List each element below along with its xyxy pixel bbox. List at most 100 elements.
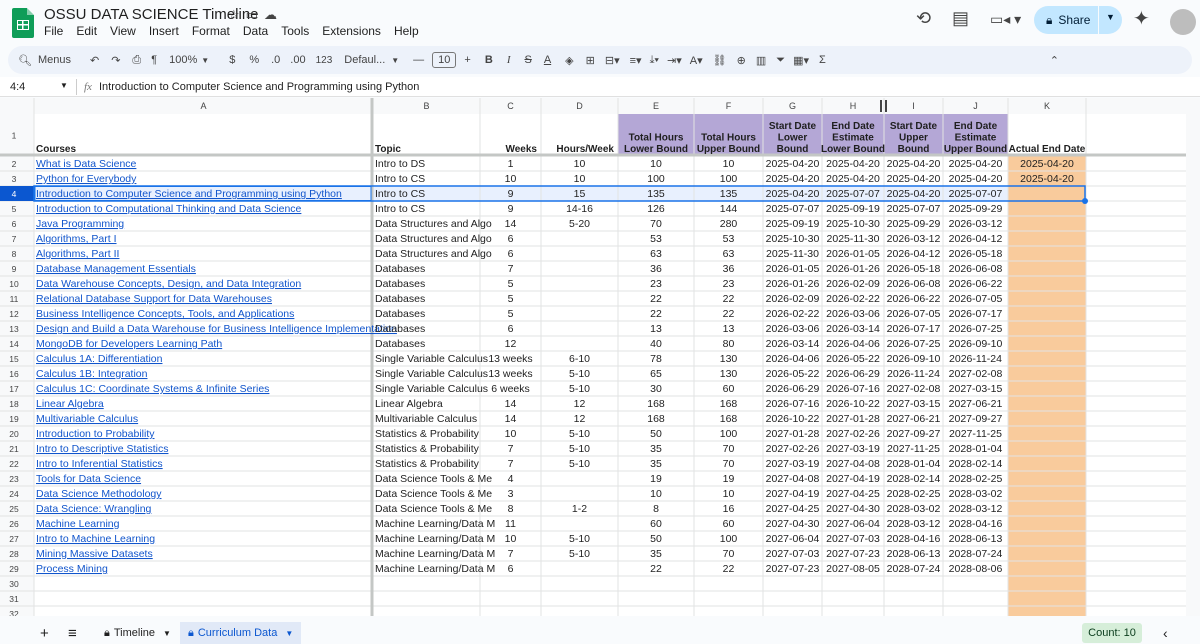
table-cell[interactable]: 2027-03-19: [826, 443, 880, 455]
table-cell[interactable]: Databases: [375, 338, 425, 350]
row-number[interactable]: 30: [9, 579, 19, 589]
table-cell[interactable]: 50: [650, 428, 662, 440]
table-cell[interactable]: 6: [508, 323, 514, 335]
table-cell[interactable]: 16: [723, 503, 735, 515]
table-cell[interactable]: 6: [508, 248, 514, 260]
table-cell[interactable]: 100: [647, 173, 665, 185]
table-cell[interactable]: 2027-02-26: [766, 443, 820, 455]
tab-timeline[interactable]: 🔒︎ Timeline ▼: [96, 622, 179, 644]
rotate-icon[interactable]: A▾: [690, 54, 703, 67]
table-cell[interactable]: 60: [723, 383, 735, 395]
table-cell[interactable]: 2027-04-30: [766, 518, 820, 530]
table-cell[interactable]: 2027-06-21: [887, 413, 941, 425]
table-cell[interactable]: 2027-04-19: [766, 488, 820, 500]
row-number[interactable]: 1: [12, 131, 17, 141]
table-cell[interactable]: Databases: [375, 323, 425, 335]
collapse-toolbar-icon[interactable]: ⌃: [1050, 54, 1059, 67]
table-cell[interactable]: 60: [723, 518, 735, 530]
table-cell[interactable]: 10: [650, 488, 662, 500]
table-cell[interactable]: 2028-07-24: [949, 548, 1003, 560]
table-cell[interactable]: 9: [508, 203, 514, 215]
table-cell[interactable]: Databases: [375, 263, 425, 275]
table-cell[interactable]: 2027-03-19: [766, 458, 820, 470]
course-link[interactable]: Business Intelligence Concepts, Tools, a…: [36, 308, 294, 320]
table-cell[interactable]: Multivariable Calculus: [375, 413, 477, 425]
table-cell[interactable]: 2027-01-28: [826, 413, 880, 425]
table-cell[interactable]: 2026-06-29: [826, 368, 880, 380]
font-size-increase-button[interactable]: +: [464, 54, 470, 66]
table-cell[interactable]: 168: [720, 413, 738, 425]
menu-tools[interactable]: Tools: [281, 24, 309, 38]
doc-title[interactable]: OSSU DATA SCIENCE Timeline: [44, 6, 259, 23]
table-cell[interactable]: 280: [720, 218, 738, 230]
table-cell[interactable]: 2025-04-20: [949, 158, 1003, 170]
table-cell[interactable]: 7: [508, 443, 514, 455]
table-cell[interactable]: 2028-02-25: [887, 488, 941, 500]
decrease-decimal-button[interactable]: .0: [271, 54, 280, 66]
table-cell[interactable]: 2025-04-20: [887, 158, 941, 170]
name-box[interactable]: 4:4: [10, 81, 25, 93]
header-cell[interactable]: Lower Bound: [624, 144, 688, 155]
sheets-logo-icon[interactable]: [12, 8, 34, 38]
table-cell[interactable]: 12: [574, 413, 586, 425]
table-cell[interactable]: 2028-01-04: [887, 458, 941, 470]
vertical-align-icon[interactable]: ⤓▾: [650, 54, 659, 67]
course-link[interactable]: MongoDB for Developers Learning Path: [36, 338, 222, 350]
column-header-f[interactable]: F: [726, 101, 732, 111]
comment-icon[interactable]: ⊕: [737, 54, 746, 67]
course-link[interactable]: Intro to Descriptive Statistics: [36, 443, 168, 455]
course-link[interactable]: Mining Massive Datasets: [36, 548, 153, 560]
table-cell[interactable]: 70: [723, 458, 735, 470]
chevron-down-icon[interactable]: ▼: [60, 81, 68, 90]
course-link[interactable]: What is Data Science: [36, 158, 137, 170]
course-link[interactable]: Design and Build a Data Warehouse for Bu…: [36, 323, 397, 335]
row-number[interactable]: 7: [12, 234, 17, 244]
table-cell[interactable]: 2025-09-29: [887, 218, 941, 230]
font-size-input[interactable]: 10: [432, 52, 457, 68]
bold-button[interactable]: B: [485, 54, 493, 66]
table-cell[interactable]: 6: [508, 563, 514, 575]
font-select[interactable]: Defaul...: [344, 54, 385, 66]
chevron-down-icon[interactable]: ▼: [163, 629, 171, 638]
column-header-g[interactable]: G: [789, 101, 796, 111]
table-cell[interactable]: 2026-02-09: [826, 278, 880, 290]
table-cell[interactable]: 10: [574, 173, 586, 185]
meet-icon[interactable]: ▭◂ ▾: [990, 11, 1021, 28]
table-cell[interactable]: 130: [720, 368, 738, 380]
table-cell[interactable]: 50: [650, 533, 662, 545]
table-cell[interactable]: 19: [650, 473, 662, 485]
table-cell[interactable]: 2027-07-23: [766, 563, 820, 575]
add-sheet-button[interactable]: +: [32, 622, 57, 644]
table-cell[interactable]: 13 weeks: [488, 353, 532, 365]
gemini-icon[interactable]: ✦: [1133, 6, 1150, 31]
table-cell[interactable]: 2027-04-19: [826, 473, 880, 485]
vertical-scrollbar[interactable]: [1186, 114, 1200, 616]
table-cell[interactable]: 80: [723, 338, 735, 350]
table-cell[interactable]: 2027-06-04: [826, 518, 880, 530]
header-cell[interactable]: Upper Bound: [697, 144, 760, 155]
row-number[interactable]: 31: [9, 594, 19, 604]
table-cell[interactable]: 35: [650, 443, 662, 455]
table-cell[interactable]: Intro to CS: [375, 203, 425, 215]
menu-help[interactable]: Help: [394, 24, 419, 38]
table-cell[interactable]: 2025-10-30: [826, 218, 880, 230]
row-number[interactable]: 29: [9, 564, 19, 574]
table-cell[interactable]: 2027-02-08: [887, 383, 941, 395]
percent-button[interactable]: %: [249, 54, 259, 66]
history-icon[interactable]: ⟲: [916, 8, 931, 29]
row-number[interactable]: 23: [9, 474, 19, 484]
undo-icon[interactable]: ↶: [90, 54, 99, 67]
row-number[interactable]: 27: [9, 534, 19, 544]
table-cell[interactable]: 2028-03-12: [887, 518, 941, 530]
table-cell[interactable]: 2028-04-16: [949, 518, 1003, 530]
header-cell[interactable]: Total Hours: [629, 133, 684, 144]
table-cell[interactable]: 2028-03-02: [949, 488, 1003, 500]
table-cell[interactable]: 2025-04-20: [887, 173, 941, 185]
tab-curriculum-data[interactable]: 🔒︎ Curriculum Data ▼: [180, 622, 302, 644]
table-cell[interactable]: Data Structures and Algo: [375, 218, 492, 230]
chevron-down-icon[interactable]: ▼: [201, 56, 209, 65]
table-cell[interactable]: 2026-07-05: [949, 293, 1003, 305]
fill-color-icon[interactable]: ◈: [565, 54, 573, 67]
table-cell[interactable]: 2025-04-20: [1020, 158, 1074, 170]
column-header-d[interactable]: D: [576, 101, 583, 111]
